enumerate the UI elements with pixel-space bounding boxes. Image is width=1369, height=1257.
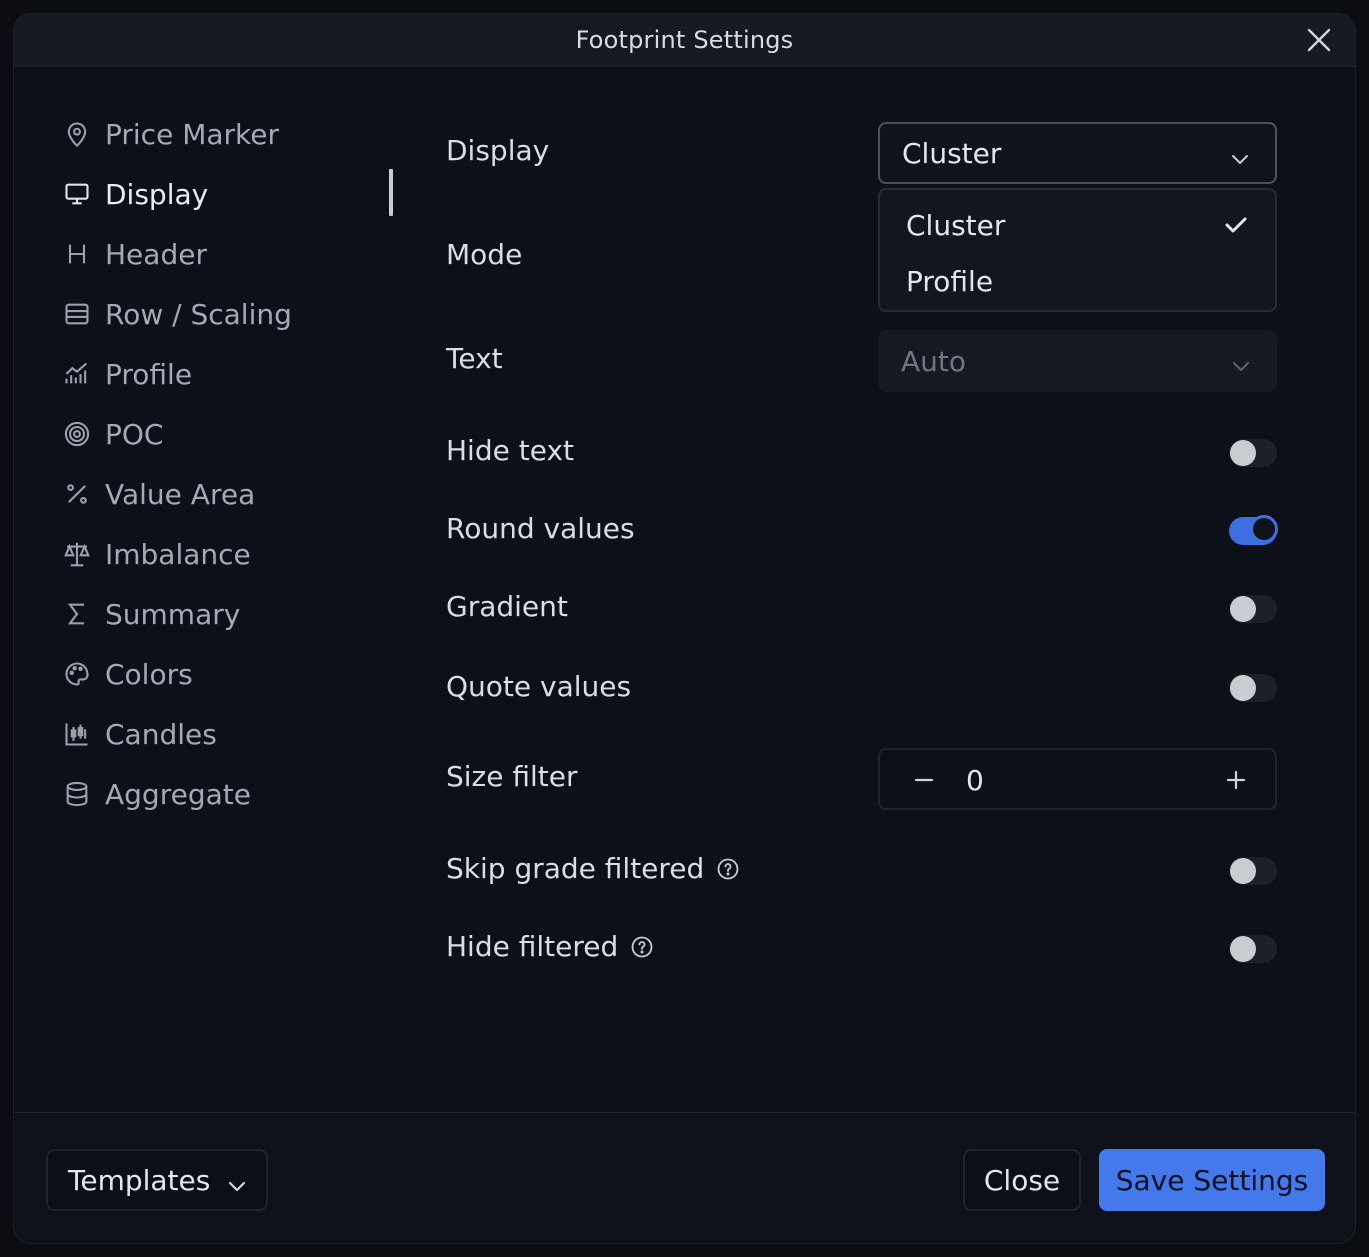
settings-sidebar: Price Marker Display Header Row / Scalin…: [61, 104, 401, 824]
sidebar-item-label: Imbalance: [105, 537, 251, 571]
display-label: Display: [446, 134, 550, 167]
footprint-settings-dialog: Footprint Settings Price Marker Display …: [13, 13, 1356, 1244]
size-filter-stepper: 0: [878, 748, 1277, 810]
sidebar-item-label: Colors: [105, 657, 193, 691]
dropdown-option-cluster[interactable]: Cluster: [906, 200, 1255, 250]
rows-icon: [61, 298, 93, 330]
hide-filtered-text: Hide filtered: [446, 930, 619, 963]
monitor-icon: [61, 178, 93, 210]
sidebar-item-price-marker[interactable]: Price Marker: [61, 104, 401, 164]
scale-icon: [61, 538, 93, 570]
sidebar-item-candles[interactable]: Candles: [61, 704, 401, 764]
templates-label: Templates: [68, 1163, 211, 1197]
skip-grade-filtered-toggle[interactable]: [1229, 857, 1277, 885]
sidebar-item-label: Candles: [105, 717, 217, 751]
toggle-knob: [1230, 936, 1256, 962]
mode-label: Mode: [446, 238, 523, 271]
check-icon: [1223, 212, 1249, 238]
chevron-down-icon: [1229, 144, 1251, 166]
quote-values-label: Quote values: [446, 670, 632, 703]
target-icon: [61, 418, 93, 450]
option-label: Profile: [906, 264, 994, 298]
sidebar-item-label: Value Area: [105, 477, 256, 511]
dropdown-option-profile[interactable]: Profile: [906, 256, 1255, 306]
text-select-value: Auto: [901, 344, 967, 378]
text-select[interactable]: Auto: [878, 330, 1277, 392]
skip-grade-filtered-text: Skip grade filtered: [446, 852, 705, 885]
help-icon[interactable]: [716, 857, 740, 881]
sidebar-item-header[interactable]: Header: [61, 224, 401, 284]
toggle-knob: [1230, 858, 1256, 884]
active-indicator: [389, 169, 393, 216]
round-values-toggle[interactable]: [1229, 515, 1278, 545]
option-label: Cluster: [906, 208, 1006, 242]
sidebar-item-profile[interactable]: Profile: [61, 344, 401, 404]
toggle-knob: [1230, 596, 1256, 622]
toggle-knob: [1230, 440, 1256, 466]
sidebar-item-label: Aggregate: [105, 777, 251, 811]
heading-icon: [61, 238, 93, 270]
toggle-knob: [1230, 675, 1256, 701]
sidebar-item-aggregate[interactable]: Aggregate: [61, 764, 401, 824]
sidebar-item-label: Row / Scaling: [105, 297, 292, 331]
sidebar-item-summary[interactable]: Summary: [61, 584, 401, 644]
sidebar-item-poc[interactable]: POC: [61, 404, 401, 464]
close-button[interactable]: Close: [963, 1149, 1081, 1211]
sidebar-item-label: Header: [105, 237, 207, 271]
display-select[interactable]: Cluster: [878, 122, 1277, 184]
plus-icon[interactable]: [1222, 766, 1250, 794]
sidebar-item-label: Profile: [105, 357, 193, 391]
sidebar-item-imbalance[interactable]: Imbalance: [61, 524, 401, 584]
display-select-value: Cluster: [902, 136, 1002, 170]
sidebar-item-display[interactable]: Display: [61, 164, 401, 224]
close-icon[interactable]: [1305, 26, 1333, 54]
chevron-down-icon: [1230, 351, 1252, 373]
sidebar-item-label: Display: [105, 177, 209, 211]
sidebar-item-label: Price Marker: [105, 117, 279, 151]
sidebar-item-label: POC: [105, 417, 164, 451]
candles-icon: [61, 718, 93, 750]
sidebar-item-colors[interactable]: Colors: [61, 644, 401, 704]
minus-icon[interactable]: [910, 766, 938, 794]
help-icon[interactable]: [630, 935, 654, 959]
chart-icon: [61, 358, 93, 390]
percent-icon: [61, 478, 93, 510]
templates-button[interactable]: Templates: [46, 1149, 268, 1211]
chevron-down-icon: [226, 1171, 248, 1193]
hide-text-toggle[interactable]: [1229, 439, 1277, 467]
toggle-knob: [1250, 515, 1278, 543]
skip-grade-filtered-label: Skip grade filtered: [446, 852, 740, 885]
round-values-label: Round values: [446, 512, 635, 545]
size-filter-value[interactable]: 0: [966, 764, 984, 797]
hide-filtered-label: Hide filtered: [446, 930, 654, 963]
map-pin-icon: [61, 118, 93, 150]
display-dropdown-menu: Cluster Profile: [878, 188, 1277, 312]
save-settings-button[interactable]: Save Settings: [1099, 1149, 1325, 1211]
hide-text-label: Hide text: [446, 434, 574, 467]
database-icon: [61, 778, 93, 810]
gradient-toggle[interactable]: [1229, 595, 1277, 623]
sigma-icon: [61, 598, 93, 630]
sidebar-item-value-area[interactable]: Value Area: [61, 464, 401, 524]
sidebar-item-row-scaling[interactable]: Row / Scaling: [61, 284, 401, 344]
dialog-footer: Templates Close Save Settings: [14, 1112, 1355, 1243]
quote-values-toggle[interactable]: [1229, 674, 1277, 702]
gradient-label: Gradient: [446, 590, 568, 623]
hide-filtered-toggle[interactable]: [1229, 935, 1277, 963]
size-filter-label: Size filter: [446, 760, 578, 793]
sidebar-item-label: Summary: [105, 597, 241, 631]
text-label: Text: [446, 342, 503, 375]
palette-icon: [61, 658, 93, 690]
settings-content: Display Cluster Cluster Profile Mode Tex…: [446, 14, 1286, 1114]
